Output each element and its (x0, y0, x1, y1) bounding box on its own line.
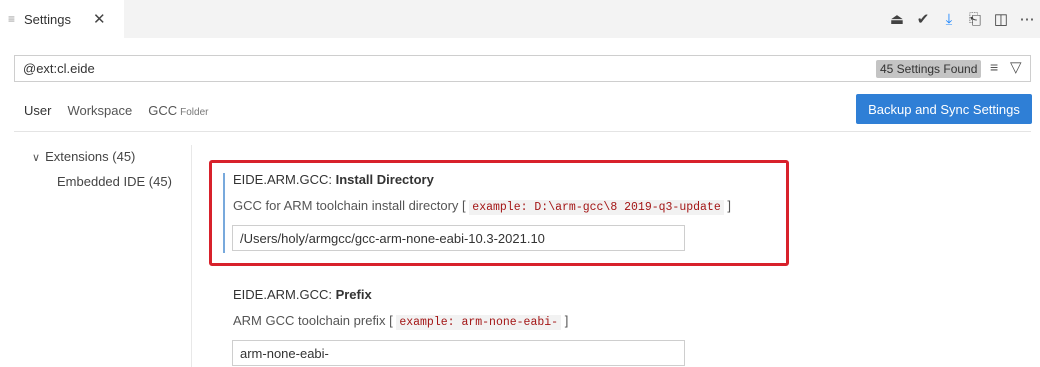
setting-description-prefix: ARM GCC toolchain prefix [ example: arm-… (233, 313, 569, 330)
clean-brush-icon[interactable]: ✔ (910, 6, 936, 32)
tab-title: Settings (24, 11, 71, 27)
settings-sync-icon[interactable]: ⏏ (884, 6, 910, 32)
toolchain-prefix-field[interactable] (232, 340, 685, 366)
tree-item-extensions-label: Extensions (45) (45, 149, 136, 164)
editor-toolbar: ⏏ ✔ ⤓ ⎗ ◫ ⋯ (884, 0, 1040, 38)
editor-tab-bar: ≡ Settings ✕ ⏏ ✔ ⤓ ⎗ ◫ ⋯ (0, 0, 1040, 38)
tab-folder-sublabel: Folder (180, 107, 209, 118)
split-editor-icon[interactable]: ◫ (988, 6, 1014, 32)
close-icon[interactable]: ✕ (93, 10, 106, 28)
settings-tab-icon: ≡ (8, 12, 16, 26)
setting-title-prefix: EIDE.ARM.GCC: (233, 287, 336, 302)
tab-folder[interactable]: GCC Folder (148, 101, 208, 127)
search-input[interactable] (23, 59, 863, 78)
tree-item-embedded-ide[interactable]: Embedded IDE (45) (57, 174, 172, 189)
setting-example-code: example: arm-none-eabi- (396, 315, 562, 330)
annotation-highlight-box (209, 160, 789, 266)
tab-settings[interactable]: ≡ Settings ✕ (0, 0, 124, 38)
tab-workspace[interactable]: Workspace (67, 101, 132, 127)
setting-title-name: Prefix (335, 287, 372, 302)
setting-description-text: ARM GCC toolchain prefix (233, 313, 386, 328)
bracket-open: [ (389, 313, 393, 328)
header-divider (14, 131, 1031, 132)
tree-item-extensions[interactable]: ∨ Extensions (45) (32, 149, 135, 164)
download-icon[interactable]: ⤓ (936, 6, 962, 32)
results-count-badge: 45 Settings Found (876, 60, 982, 78)
clear-filter-icon[interactable]: ≡ (990, 59, 998, 75)
tab-folder-label: GCC (148, 103, 178, 118)
more-actions-icon[interactable]: ⋯ (1014, 6, 1040, 32)
bracket-close: ] (564, 313, 569, 328)
tab-user[interactable]: User (21, 101, 54, 132)
backup-sync-button[interactable]: Backup and Sync Settings (856, 94, 1032, 124)
tree-divider (191, 145, 192, 367)
settings-scope-tabs: User Workspace GCC Folder (21, 101, 225, 132)
setting-title-prefix-setting: EIDE.ARM.GCC: Prefix (233, 287, 372, 302)
open-json-icon[interactable]: ⎗ (962, 6, 988, 32)
settings-search-box: 45 Settings Found ≡ ▽ (14, 55, 1031, 82)
filter-icon[interactable]: ▽ (1010, 58, 1022, 76)
chevron-down-icon: ∨ (32, 152, 41, 164)
